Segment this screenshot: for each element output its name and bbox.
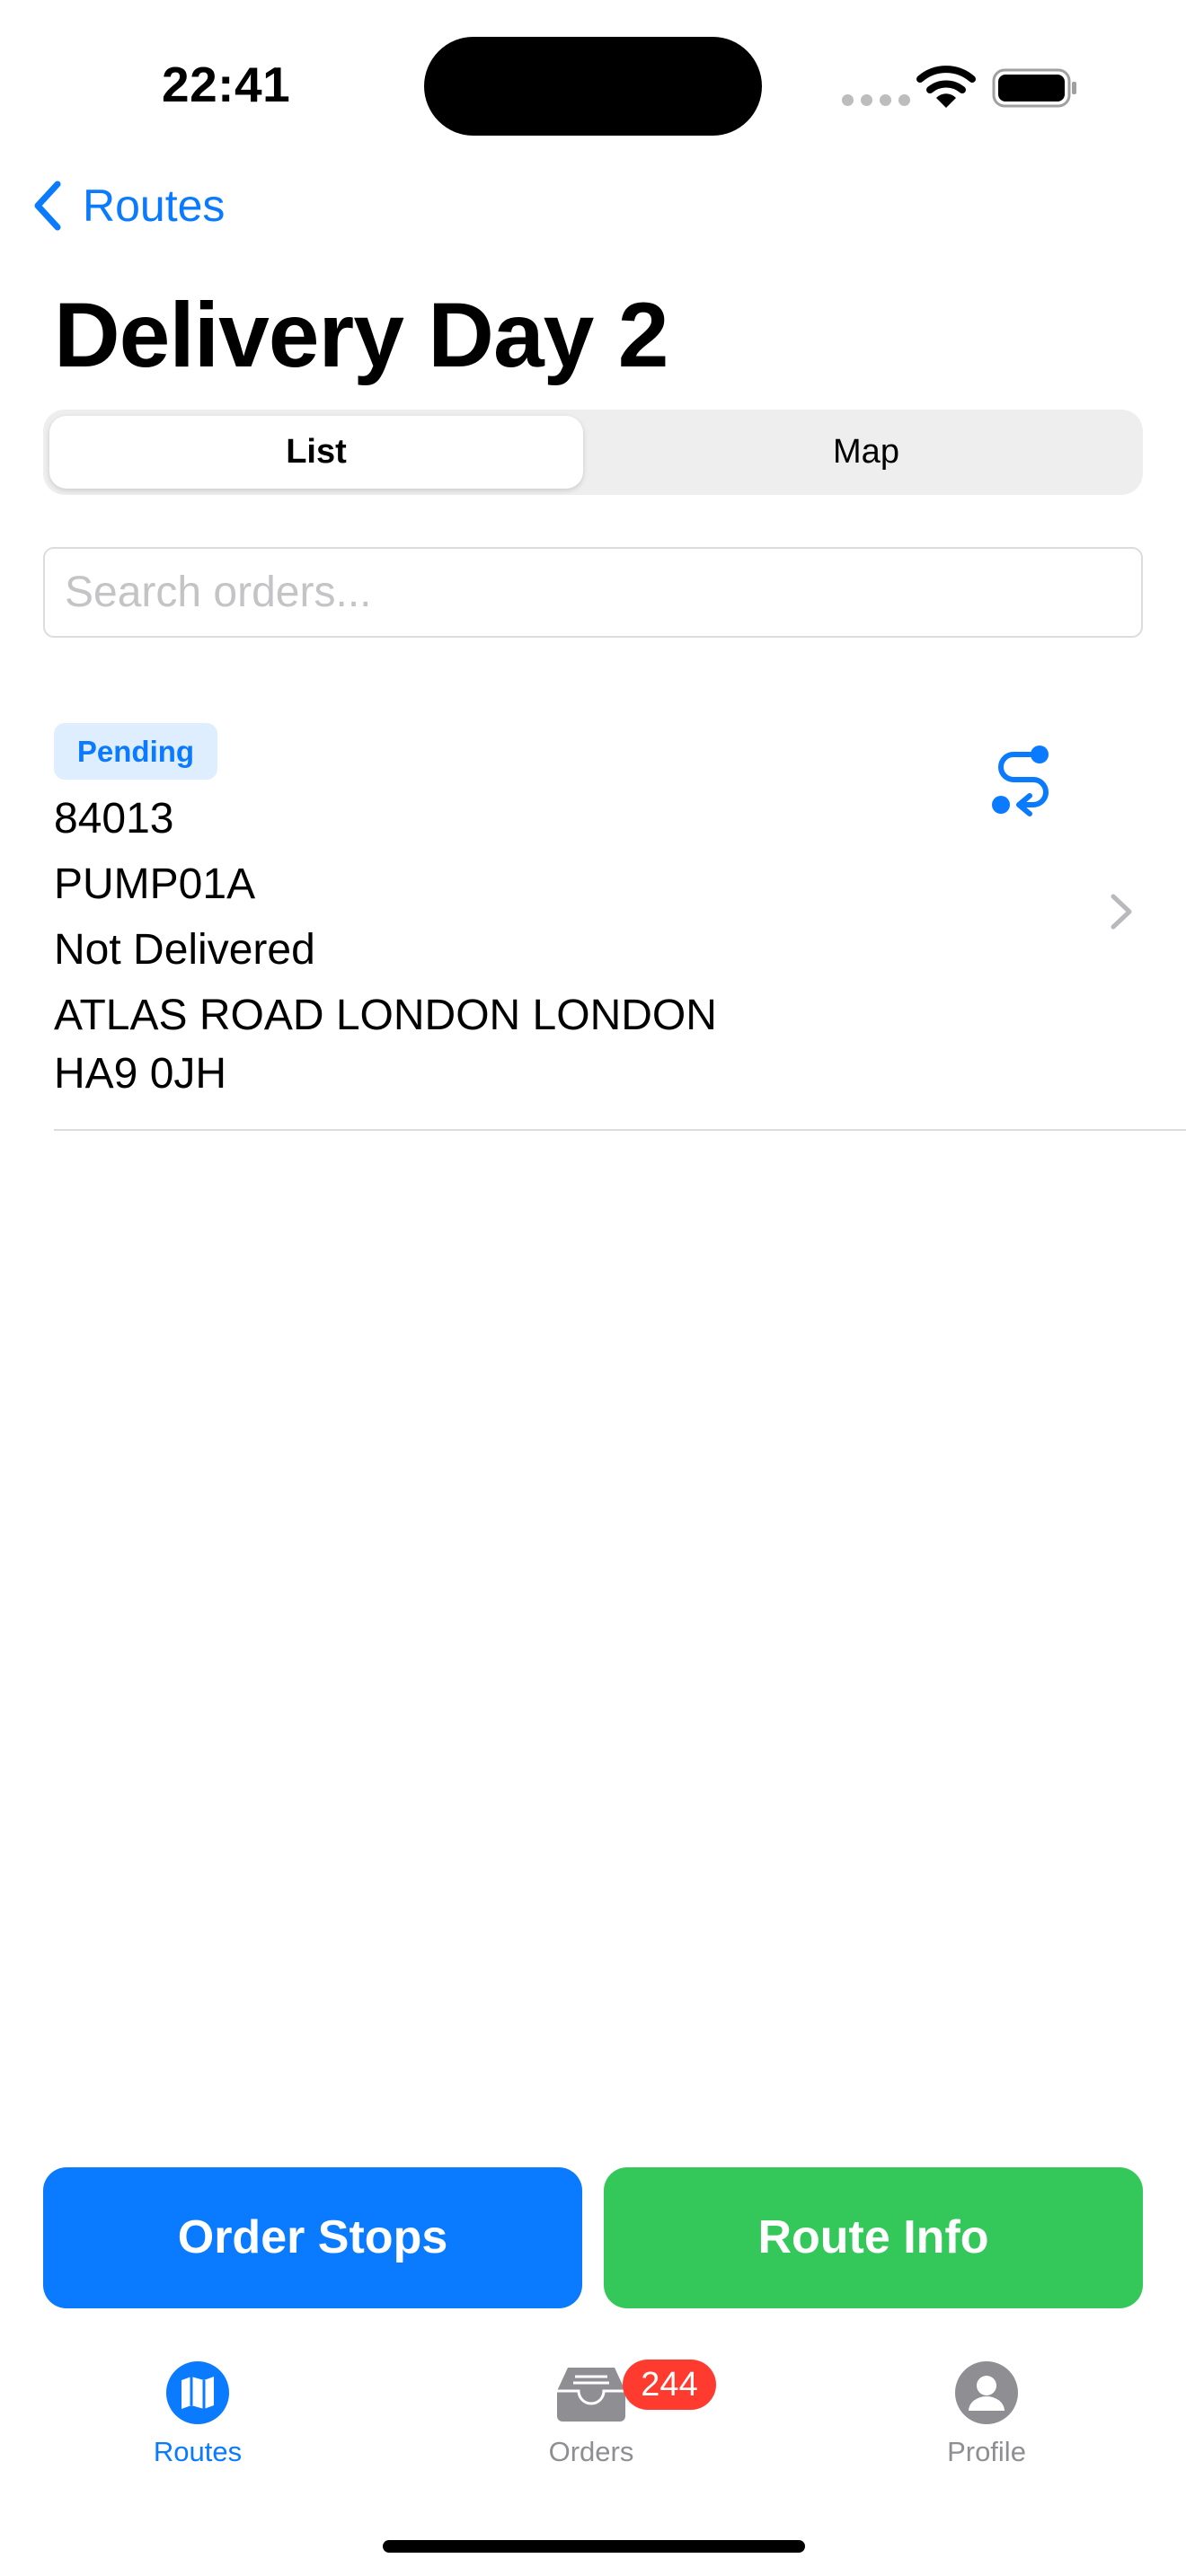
order-stops-button[interactable]: Order Stops: [43, 2167, 582, 2308]
search-input[interactable]: [45, 549, 1141, 636]
status-time: 22:41: [162, 57, 291, 112]
tab-routes[interactable]: Routes: [99, 2360, 296, 2468]
order-number: 84013: [54, 795, 174, 842]
route-icon[interactable]: [988, 744, 1057, 817]
tray-icon: [557, 2368, 625, 2422]
tab-orders-label: Orders: [548, 2436, 634, 2467]
battery-icon: [992, 68, 1076, 108]
back-button[interactable]: Routes: [32, 180, 225, 232]
chevron-left-icon: [34, 181, 61, 231]
back-button-label: Routes: [83, 181, 226, 231]
orders-count-badge: 244: [623, 2360, 716, 2410]
map-icon: [166, 2361, 229, 2424]
person-circle-icon: [955, 2361, 1018, 2424]
segment-list[interactable]: List: [43, 410, 589, 495]
address-line-2: HA9 0JH: [54, 1050, 227, 1098]
chevron-right-icon: [1111, 894, 1132, 930]
tab-profile-label: Profile: [947, 2436, 1026, 2467]
delivery-status: Not Delivered: [54, 926, 315, 974]
route-info-button[interactable]: Route Info: [604, 2167, 1143, 2308]
row-divider: [54, 1129, 1186, 1131]
tab-routes-label: Routes: [153, 2436, 243, 2467]
status-badge: Pending: [54, 723, 217, 780]
search-field: [43, 547, 1143, 638]
view-segmented-control: List Map: [43, 410, 1143, 495]
order-code: PUMP01A: [54, 860, 256, 908]
page-title: Delivery Day 2: [54, 284, 668, 386]
home-indicator: [383, 2540, 805, 2553]
dynamic-island: [424, 37, 762, 136]
wifi-icon: [916, 66, 976, 108]
segment-map[interactable]: Map: [589, 410, 1143, 495]
tab-profile[interactable]: Profile: [888, 2360, 1085, 2468]
cellular-signal-icon: [842, 94, 910, 106]
address-line-1: ATLAS ROAD LONDON LONDON: [54, 992, 717, 1039]
